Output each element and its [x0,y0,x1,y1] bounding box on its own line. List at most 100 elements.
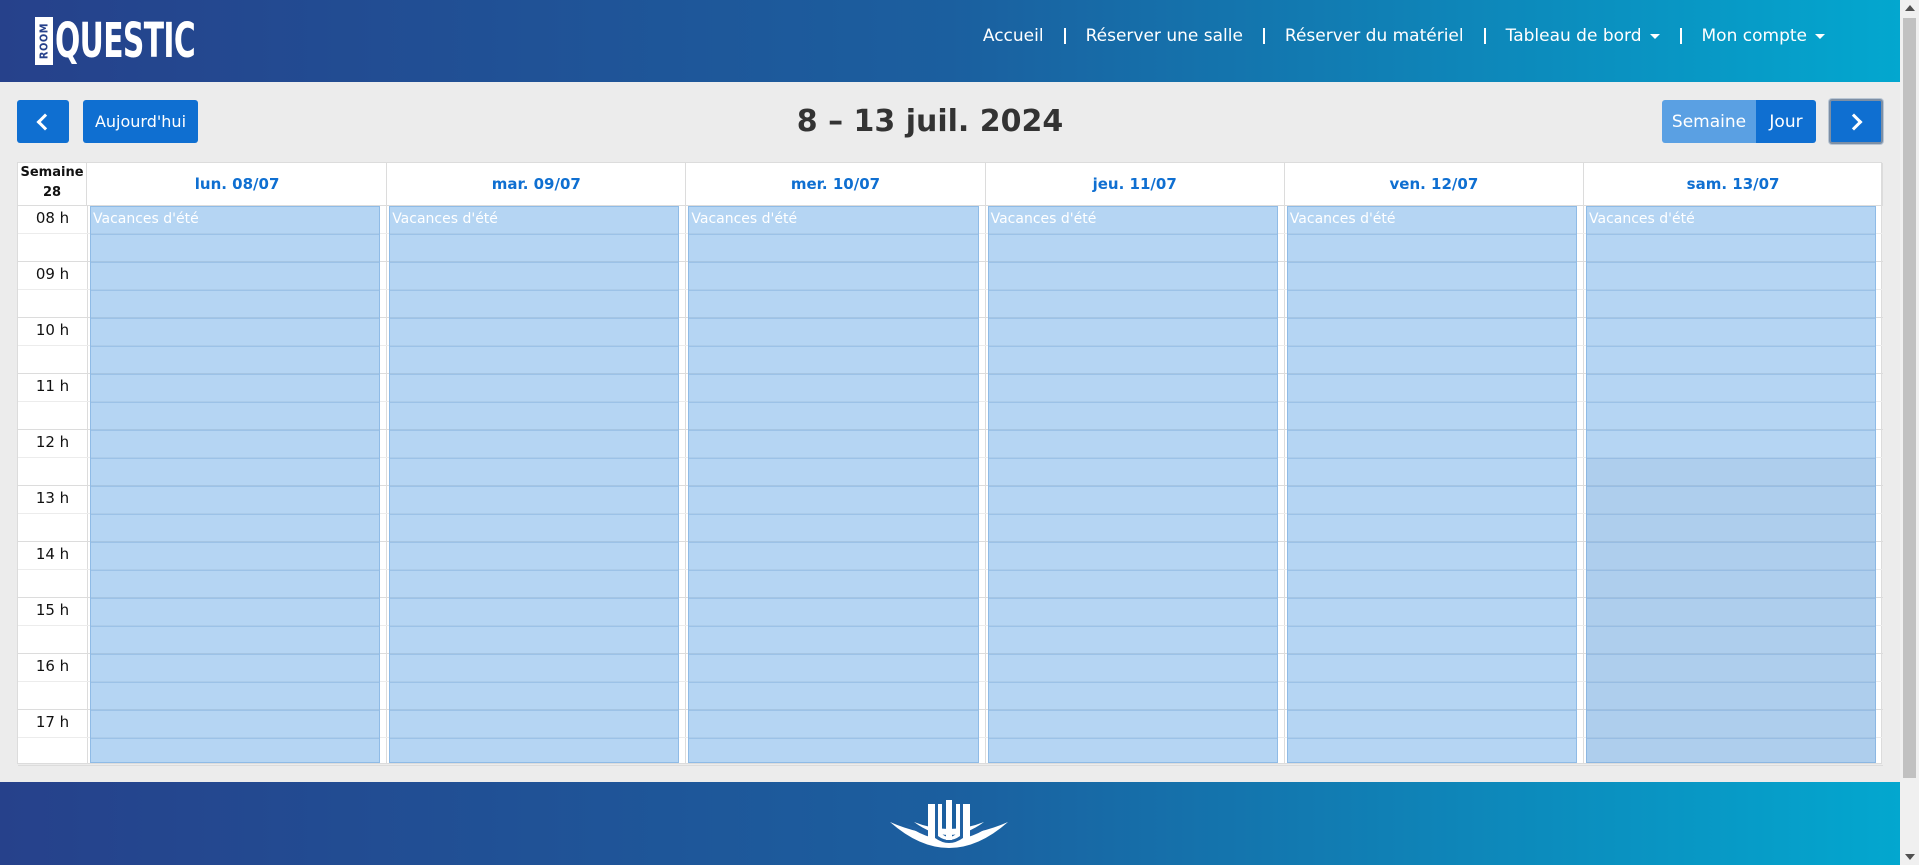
event-slot-line [988,430,1277,431]
event-slot-line [689,234,978,235]
event-slot-line [91,430,380,431]
event-slot-line [91,710,380,711]
event-slot-line [1587,430,1876,431]
event-slot-line [988,402,1277,403]
event-slot-line [1287,514,1576,515]
event-slot-line [91,458,380,459]
event-slot-line [1287,402,1576,403]
event-vacances[interactable]: Vacances d'été [389,206,680,763]
event-slot-line [390,570,679,571]
event-slot-line [390,514,679,515]
next-week-button[interactable] [1829,99,1883,144]
page-scrollbar[interactable] [1900,0,1919,865]
top-navbar: ROOM QUESTIC Accueil Réserver une salle … [0,0,1900,82]
event-slot-line [1287,374,1576,375]
event-slot-line [689,262,978,263]
event-slot-line [91,402,380,403]
caret-down-icon [1815,33,1825,39]
event-vacances[interactable]: Vacances d'été [688,206,979,763]
scroll-up-arrow-icon[interactable] [1905,5,1915,11]
day-header[interactable]: ven. 12/07 [1285,163,1584,205]
day-header[interactable]: mar. 09/07 [387,163,687,205]
event-slot-line [689,738,978,739]
hour-label: 11 h [35,377,70,395]
hour-label: 15 h [35,601,70,619]
event-slot-line [91,486,380,487]
event-slot-line [91,290,380,291]
event-slot-line [988,318,1277,319]
nav-tableau-de-bord-dropdown[interactable]: Tableau de bord [1486,26,1680,46]
event-slot-line [689,654,978,655]
nav-reserver-salle[interactable]: Réserver une salle [1066,26,1263,46]
event-slot-line [1587,346,1876,347]
event-slot-line [1287,234,1576,235]
event-slot-line [689,318,978,319]
event-slot-line [1287,318,1576,319]
event-slot-line [91,234,380,235]
event-slot-line [390,234,679,235]
event-label: Vacances d'été [1289,211,1396,227]
nav-reserver-materiel[interactable]: Réserver du matériel [1265,26,1484,46]
event-vacances[interactable]: Vacances d'été [987,206,1278,763]
event-label: Vacances d'été [691,211,798,227]
week-number: 28 [42,185,62,200]
event-slot-line [390,402,679,403]
event-slot-line [390,318,679,319]
scrollbar-thumb[interactable] [1903,18,1916,778]
event-vacances[interactable]: Vacances d'été [1286,206,1577,763]
event-slot-line [988,458,1277,459]
event-slot-line [1587,402,1876,403]
event-slot-line [988,626,1277,627]
week-calendar: Semaine 28 lun. 08/07 mar. 09/07 mer. 10/0… [17,162,1884,766]
scroll-down-arrow-icon[interactable] [1905,854,1915,860]
event-slot-line [1287,654,1576,655]
day-header[interactable]: lun. 08/07 [88,163,388,205]
event-slot-line [689,710,978,711]
event-slot-line [1287,598,1576,599]
event-slot-line [91,682,380,683]
event-slot-line [689,374,978,375]
event-slot-line [988,654,1277,655]
event-slot-line [390,374,679,375]
event-slot-line [390,430,679,431]
week-number-header: Semaine 28 [18,163,87,205]
event-slot-line [390,738,679,739]
prev-week-button[interactable] [17,100,69,143]
event-slot-line [1287,430,1576,431]
event-slot-line [988,682,1277,683]
event-slot-line [91,346,380,347]
event-slot-line [1287,542,1576,543]
university-emblem-icon [890,800,1008,848]
day-header[interactable]: sam. 13/07 [1584,163,1884,205]
chevron-right-icon [1845,113,1863,130]
page: ROOM QUESTIC Accueil Réserver une salle … [0,0,1900,865]
event-slot-line [91,570,380,571]
event-slot-line [1587,290,1876,291]
event-slot-line [988,374,1277,375]
hour-label: 13 h [35,489,70,507]
event-slot-line [689,598,978,599]
event-slot-line [689,346,978,347]
day-view-button[interactable]: Jour [1756,100,1816,143]
event-slot-line [1287,682,1576,683]
event-slot-line [390,262,679,263]
event-slot-line [1587,262,1876,263]
event-slot-line [91,542,380,543]
hour-label: 10 h [35,321,70,339]
nav-mon-compte-dropdown[interactable]: Mon compte [1682,26,1845,46]
nav-accueil[interactable]: Accueil [963,26,1064,46]
hour-label: 16 h [35,657,70,675]
hour-label: 17 h [35,713,70,731]
day-header[interactable]: jeu. 11/07 [986,163,1285,205]
today-button[interactable]: Aujourd'hui [83,100,198,143]
event-label: Vacances d'été [392,211,498,227]
day-header[interactable]: mer. 10/07 [686,163,986,205]
view-switcher: Semaine Jour [1662,100,1816,143]
event-slot-line [988,738,1277,739]
event-slot-line [1287,486,1576,487]
event-vacances[interactable]: Vacances d'été [90,206,381,763]
event-slot-line [988,262,1277,263]
week-view-button[interactable]: Semaine [1662,100,1756,143]
app-logo[interactable]: ROOM QUESTIC [35,17,281,65]
hour-label: 08 h [35,209,70,227]
